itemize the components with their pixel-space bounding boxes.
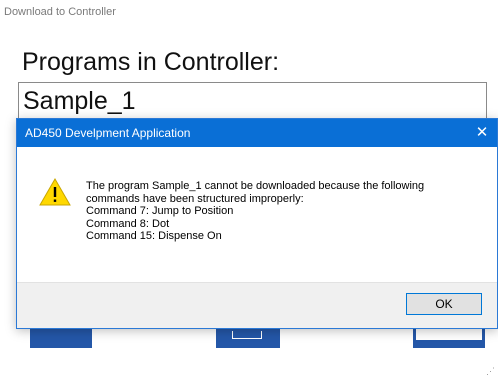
- window-title: Download to Controller: [4, 6, 116, 18]
- tray-icon: [232, 331, 262, 339]
- message-line: Command 8: Dot: [86, 217, 170, 230]
- warning-icon: [39, 177, 71, 206]
- resize-grip-icon[interactable]: ⋰: [485, 366, 495, 376]
- back-button[interactable]: [30, 328, 92, 348]
- program-list[interactable]: Sample_1: [18, 82, 487, 122]
- dialog-titlebar[interactable]: AD450 Develpment Application ✕: [17, 119, 497, 147]
- dialog-message: The program Sample_1 cannot be downloade…: [86, 180, 486, 243]
- programs-heading: Programs in Controller:: [22, 48, 280, 76]
- message-line: The program Sample_1 cannot be downloade…: [86, 180, 425, 192]
- message-line: Command 7: Jump to Position: [86, 205, 234, 217]
- ok-button[interactable]: OK: [406, 293, 482, 315]
- dialog-footer: OK: [17, 282, 497, 328]
- message-line: Command 15: Dispense On: [86, 230, 222, 242]
- program-list-item[interactable]: Sample_1: [23, 87, 136, 116]
- message-line: commands have been structured improperly…: [86, 192, 304, 205]
- close-window-button-fill: [413, 340, 485, 348]
- dialog-title: AD450 Develpment Application: [25, 126, 191, 140]
- error-dialog: AD450 Develpment Application ✕ The progr…: [16, 118, 498, 329]
- dialog-close-button[interactable]: ✕: [467, 119, 497, 147]
